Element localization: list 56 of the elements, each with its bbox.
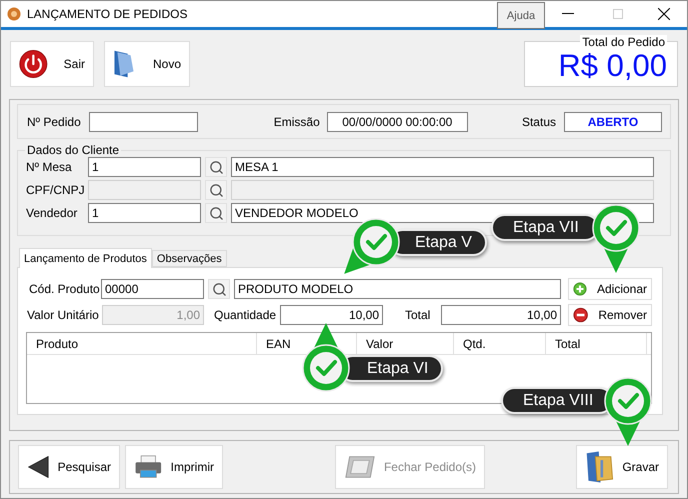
field-label: Nº Pedido	[27, 114, 81, 128]
input-field[interactable]: PRODUTO MODELO	[234, 279, 561, 299]
plus-icon	[573, 281, 587, 297]
input-field[interactable]	[88, 112, 198, 132]
field-label: Valor Unitário	[27, 308, 98, 322]
search-icon	[212, 282, 226, 296]
action-button[interactable]: Adicionar	[568, 278, 652, 300]
column-header[interactable]: Produto	[27, 333, 257, 354]
field-label: CPF/CNPJ	[26, 183, 84, 197]
group-title: Dados do Cliente	[26, 143, 120, 157]
input-field[interactable]: 10,00	[280, 305, 383, 325]
footer-button: Fechar Pedido(s)	[335, 445, 485, 489]
order-total-caption: Total do Pedido	[580, 35, 667, 49]
footer-button[interactable]: Imprimir	[125, 445, 223, 489]
tab[interactable]: Observações	[152, 250, 227, 267]
search-button[interactable]	[205, 203, 227, 223]
footer-button[interactable]: Pesquisar	[18, 445, 120, 489]
window-title: LANÇAMENTO DE PEDIDOS	[27, 7, 188, 21]
close-icon	[658, 8, 670, 20]
frame-icon	[344, 454, 376, 480]
input-field[interactable]: 00000	[101, 279, 204, 299]
search-button[interactable]	[205, 157, 227, 177]
search-icon	[208, 182, 224, 198]
field-label: Quantidade	[214, 308, 276, 322]
check-pin-icon	[603, 376, 653, 448]
search-icon	[208, 160, 224, 174]
status-field: ABERTO	[564, 112, 662, 132]
column-header[interactable]: Total	[546, 333, 647, 354]
minimize-icon	[562, 13, 574, 15]
field-label: Status	[522, 114, 556, 128]
minus-icon	[573, 307, 588, 323]
footer-button[interactable]: Gravar	[576, 445, 668, 489]
check-pin-icon	[591, 203, 641, 275]
toolbar-button[interactable]: Sair	[10, 41, 94, 87]
field-label: Cód. Produto	[29, 282, 97, 296]
input-field[interactable]: 00/00/0000 00:00:00	[326, 112, 468, 132]
column-header[interactable]: Qtd.	[454, 333, 546, 354]
maximize-icon	[613, 9, 623, 19]
search-button[interactable]	[205, 180, 227, 200]
tab[interactable]: Lançamento de Produtos	[19, 248, 152, 268]
app-icon	[7, 7, 21, 21]
action-button[interactable]: Remover	[568, 304, 652, 326]
field-label: Emissão	[274, 114, 320, 128]
column-header[interactable]: Valor	[357, 333, 454, 354]
search-icon	[208, 206, 224, 220]
field-label: Nº Mesa	[26, 160, 73, 174]
input-field[interactable]: 10,00	[441, 305, 561, 325]
field-label: Vendedor	[26, 206, 78, 220]
input-field[interactable]: 1	[88, 203, 201, 223]
tooltip: Ajuda	[497, 2, 545, 29]
search-button[interactable]	[208, 279, 230, 299]
order-total-value: R$ 0,00	[558, 49, 667, 83]
toolbar-button[interactable]: Novo	[104, 41, 190, 87]
field-label: Total	[405, 308, 432, 322]
input-field[interactable]: 1	[88, 157, 201, 177]
input-field[interactable]: MESA 1	[231, 157, 654, 177]
